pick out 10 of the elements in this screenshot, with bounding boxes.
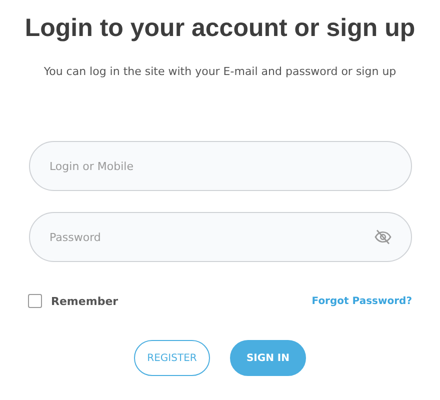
remember-label: Remember bbox=[51, 294, 118, 308]
login-field[interactable]: Login or Mobile bbox=[28, 141, 412, 191]
subtitle-text: You can log in the site with your E-mail and password or sign up bbox=[44, 65, 396, 78]
page-title: Login to your account or sign up bbox=[24, 14, 416, 43]
eye-slash-icon[interactable] bbox=[374, 228, 392, 246]
password-field[interactable]: Password bbox=[28, 212, 412, 262]
register-button[interactable]: REGISTER bbox=[134, 340, 210, 376]
remember-checkbox[interactable] bbox=[28, 294, 42, 308]
sign-in-button[interactable]: SIGN IN bbox=[230, 340, 306, 376]
forgot-password-link[interactable]: Forgot Password? bbox=[312, 296, 412, 306]
